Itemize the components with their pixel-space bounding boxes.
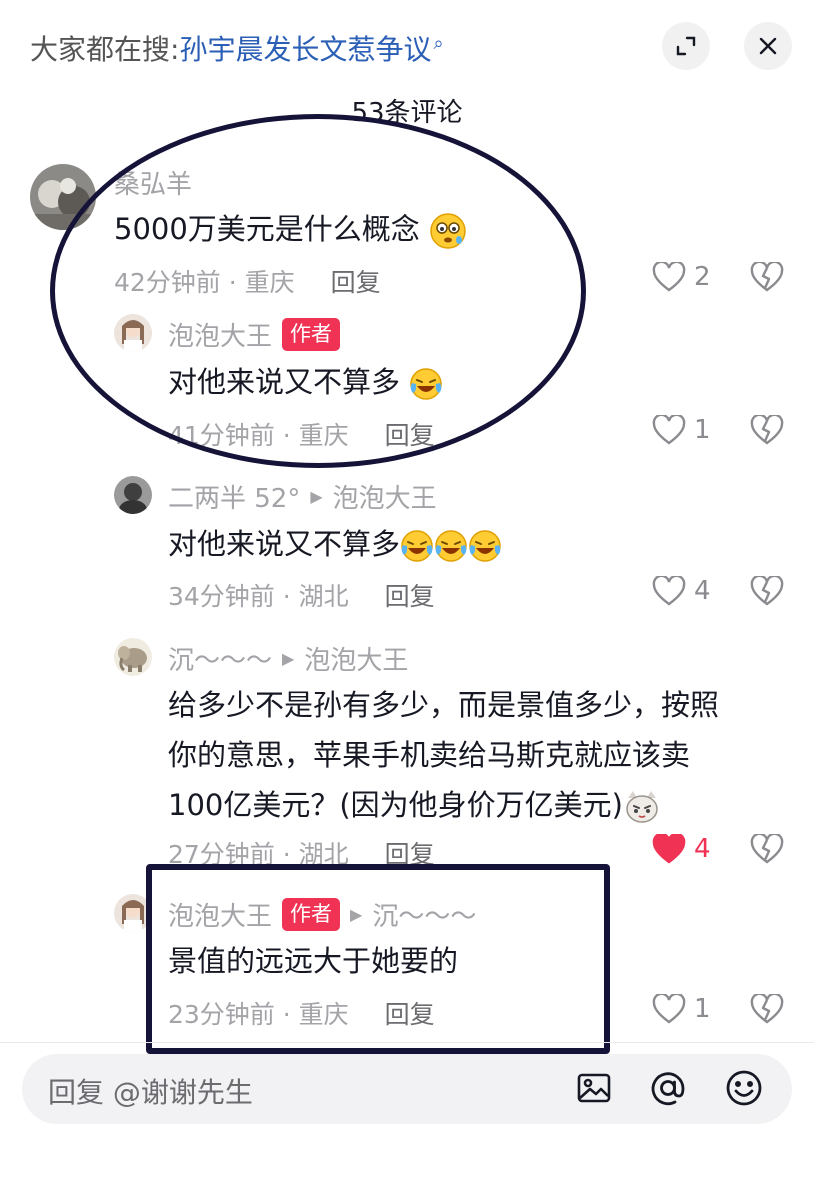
- emoji-button[interactable]: [724, 1068, 764, 1112]
- broken-heart-icon: [750, 260, 784, 292]
- avatar[interactable]: [114, 638, 152, 676]
- hot-search-topic-link[interactable]: 孙宇晨发长文惹争议: [179, 33, 431, 66]
- comment-text: 给多少不是孙有多少，而是景值多少，按照 你的意思，苹果手机卖给马斯克就应该卖 1…: [168, 680, 788, 830]
- comment-text-line: 100亿美元？(因为他身价万亿美元): [168, 780, 788, 830]
- image-button[interactable]: [574, 1068, 614, 1112]
- comment-text-line: 给多少不是孙有多少，而是景值多少，按照: [168, 688, 720, 722]
- search-mini-icon: ⌕: [433, 32, 444, 54]
- broken-heart-icon: [750, 992, 784, 1024]
- reply-button[interactable]: 回复: [385, 582, 435, 611]
- mention-button[interactable]: [648, 1068, 688, 1112]
- like-count: 4: [694, 834, 711, 864]
- hot-search-bar[interactable]: 大家都在搜:孙宇晨发长文惹争议 ⌕: [30, 28, 444, 68]
- like-count: 1: [694, 415, 711, 445]
- like-count: 2: [694, 262, 711, 292]
- heart-icon: [652, 994, 686, 1024]
- reply-arrow-icon: ▶: [282, 649, 295, 668]
- reply-input[interactable]: 回复 @谢谢先生: [22, 1054, 792, 1124]
- smiley-icon: [726, 1070, 762, 1106]
- heart-icon: [652, 262, 686, 292]
- dislike-button[interactable]: [750, 832, 784, 868]
- hot-search-prefix: 大家都在搜:: [30, 33, 180, 66]
- divider: [0, 1042, 814, 1043]
- crying-laughing-face-icon: [401, 530, 433, 562]
- dislike-button[interactable]: [750, 413, 784, 449]
- comment-meta: 34分钟前 · 湖北 回复: [168, 577, 435, 613]
- dislike-button[interactable]: [750, 574, 784, 610]
- image-icon: [577, 1073, 611, 1103]
- annotation-ellipse: [50, 114, 586, 468]
- like-button[interactable]: 2: [652, 262, 711, 292]
- heart-icon: [652, 576, 686, 606]
- dislike-button[interactable]: [750, 260, 784, 296]
- at-icon: [651, 1072, 685, 1106]
- reply-to-username[interactable]: 泡泡大王: [333, 478, 437, 515]
- broken-heart-icon: [750, 413, 784, 445]
- like-button[interactable]: 4: [652, 834, 711, 864]
- crying-laughing-face-icon: [469, 530, 501, 562]
- like-button[interactable]: 1: [652, 415, 711, 445]
- username: 二两半 52° ▶ 泡泡大王: [168, 478, 437, 515]
- comments-panel: 大家都在搜:孙宇晨发长文惹争议 ⌕ 53条评论 桑弘羊 5000万美元是什么概念 …: [0, 0, 814, 1200]
- dislike-button[interactable]: [750, 992, 784, 1028]
- cat-face-icon: [626, 791, 658, 823]
- avatar[interactable]: [114, 476, 152, 514]
- reply-input-placeholder: 回复 @谢谢先生: [48, 1076, 253, 1109]
- like-button[interactable]: 1: [652, 994, 711, 1024]
- expand-icon: [676, 36, 696, 56]
- heart-filled-icon: [652, 834, 686, 864]
- comment-time-location: 34分钟前 · 湖北: [168, 582, 349, 611]
- comment-text-line: 你的意思，苹果手机卖给马斯克就应该卖: [168, 738, 691, 772]
- like-count: 1: [694, 994, 711, 1024]
- expand-button[interactable]: [662, 22, 710, 70]
- reply-to-username[interactable]: 泡泡大王: [304, 640, 408, 677]
- close-button[interactable]: [744, 22, 792, 70]
- reply-arrow-icon: ▶: [310, 487, 323, 506]
- heart-icon: [652, 415, 686, 445]
- username-text[interactable]: 沉～～～: [168, 640, 272, 677]
- username: 沉～～～ ▶ 泡泡大王: [168, 640, 408, 677]
- like-button[interactable]: 4: [652, 576, 711, 606]
- annotation-rectangle: [146, 864, 610, 1054]
- close-icon: [759, 37, 777, 55]
- like-count: 4: [694, 576, 711, 606]
- crying-laughing-face-icon: [435, 530, 467, 562]
- comment-text: 对他来说又不算多: [168, 519, 502, 569]
- username-text[interactable]: 二两半 52°: [168, 478, 300, 515]
- broken-heart-icon: [750, 574, 784, 606]
- broken-heart-icon: [750, 832, 784, 864]
